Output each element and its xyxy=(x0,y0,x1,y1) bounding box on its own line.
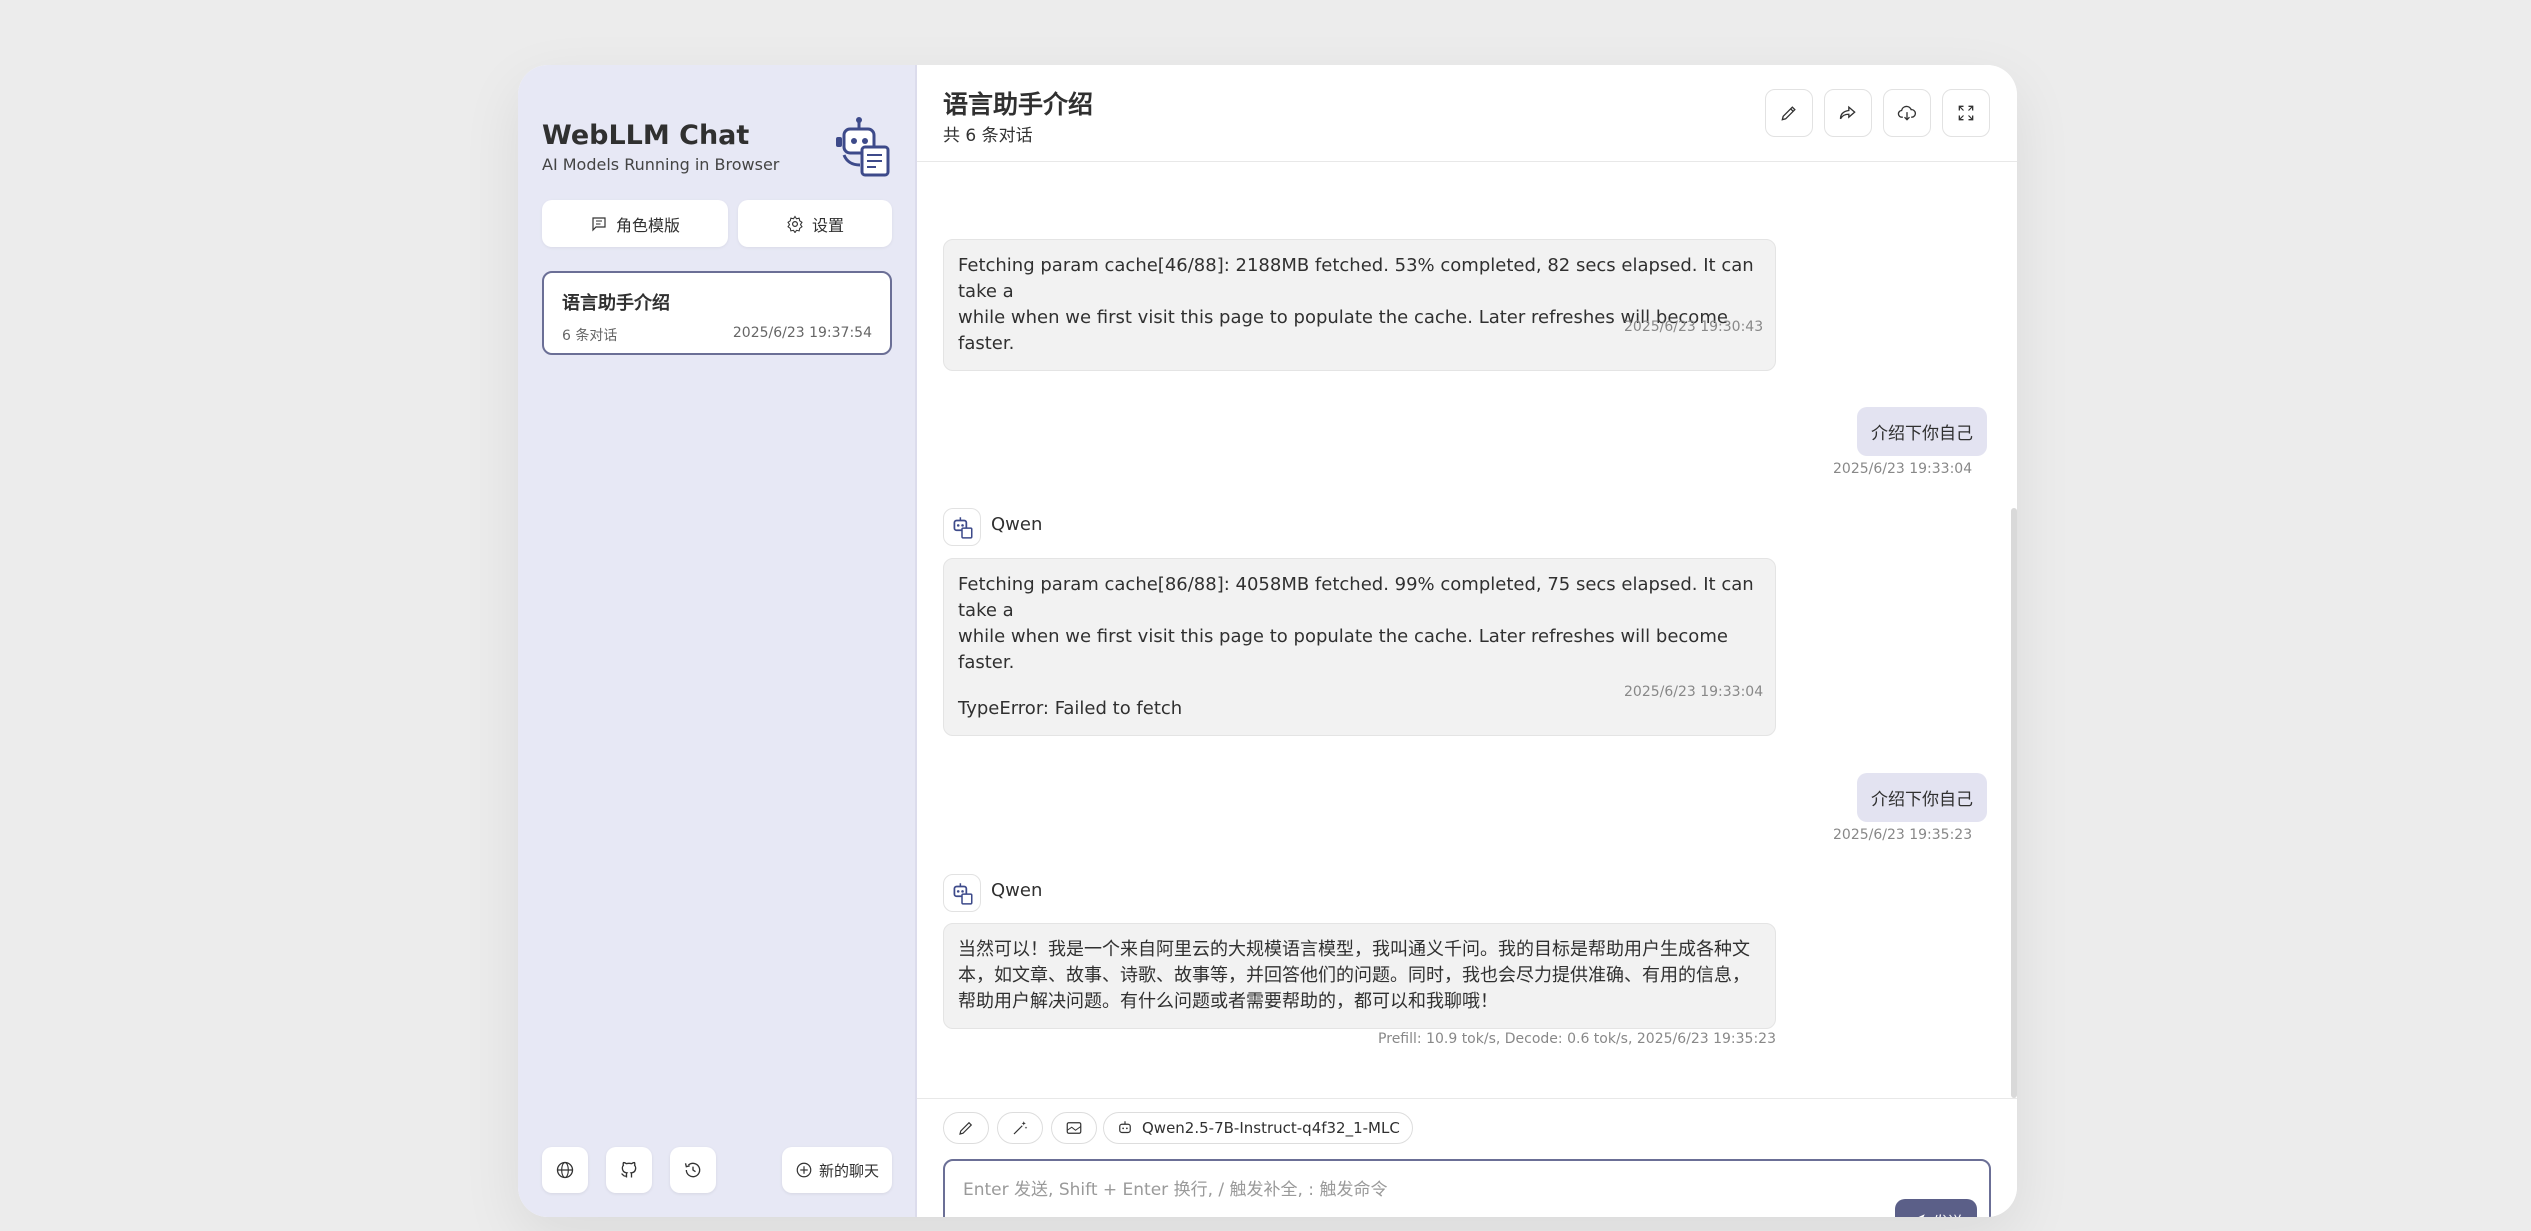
message-text-line: 帮助用户解决问题。有什么问题或者需要帮助的，都可以和我聊哦！ xyxy=(958,991,1498,1012)
bot-avatar xyxy=(943,874,981,912)
chat-item-title: 语言助手介绍 xyxy=(562,293,670,314)
message-text-line: 当然可以！我是一个来自阿里云的大规模语言模型，我叫通义千问。我的目标是帮助用户生… xyxy=(958,939,1750,960)
model-name: Qwen2.5-7B-Instruct-q4f32_1-MLC xyxy=(1142,1119,1400,1137)
message-timestamp: 2025/6/23 19:33:04 xyxy=(1833,461,1973,477)
chat-message-count: 共 6 条对话 xyxy=(943,126,1033,146)
input-placeholder: Enter 发送, Shift + Enter 换行, / 触发补全, : 触发… xyxy=(963,1180,1388,1200)
rename-button[interactable] xyxy=(1765,89,1813,137)
robot-icon xyxy=(953,883,973,905)
message-timestamp: 2025/6/23 19:30:43 xyxy=(1624,319,1764,335)
chat-main: 语言助手介绍 共 6 条对话 Fetching param cache[46/8… xyxy=(917,65,2017,1217)
robot-logo-icon xyxy=(830,115,894,179)
message-timestamp: 2025/6/23 19:35:23 xyxy=(1833,827,1973,843)
message-text-line: Fetching param cache[86/88]: 4058MB fetc… xyxy=(958,574,1754,621)
model-selector[interactable]: Qwen2.5-7B-Instruct-q4f32_1-MLC xyxy=(1103,1112,1413,1144)
robot-icon xyxy=(953,517,973,539)
app-subtitle: AI Models Running in Browser xyxy=(542,155,780,174)
magic-wand-icon xyxy=(1013,1121,1028,1135)
message-text-line: Fetching param cache[46/88]: 2188MB fetc… xyxy=(958,255,1754,302)
pencil-icon xyxy=(1781,106,1796,121)
chat-item-count: 6 条对话 xyxy=(562,328,618,344)
mask-button-label: 角色模版 xyxy=(615,215,680,235)
chat-title: 语言助手介绍 xyxy=(943,90,1094,119)
message-text-line: while when we first visit this page to p… xyxy=(958,626,1728,673)
sidebar: WebLLM Chat AI Models Running in Browser xyxy=(518,65,917,1217)
gear-icon xyxy=(787,215,803,233)
robot-icon xyxy=(1119,1121,1131,1134)
new-chat-button[interactable]: 新的聊天 xyxy=(782,1147,892,1193)
message-input[interactable]: Enter 发送, Shift + Enter 换行, / 触发补全, : 触发… xyxy=(943,1159,1991,1217)
language-button[interactable] xyxy=(542,1147,588,1193)
app-window: WebLLM Chat AI Models Running in Browser xyxy=(518,65,2017,1217)
input-panel: Qwen2.5-7B-Instruct-q4f32_1-MLC Enter 发送… xyxy=(917,1098,2017,1217)
cloud-download-icon xyxy=(1897,105,1916,121)
user-message-text: 介绍下你自己 xyxy=(1871,424,1973,444)
image-tool-button[interactable] xyxy=(1051,1112,1097,1144)
user-message-bubble: 介绍下你自己 xyxy=(1857,773,1987,822)
mask-button[interactable]: 角色模版 xyxy=(542,200,728,247)
bot-message-bubble: Fetching param cache[46/88]: 2188MB fetc… xyxy=(943,239,1776,371)
expand-icon xyxy=(1958,105,1974,121)
pencil-icon xyxy=(959,1121,973,1135)
bot-message-bubble: 当然可以！我是一个来自阿里云的大规模语言模型，我叫通义千问。我的目标是帮助用户生… xyxy=(943,923,1776,1029)
image-icon xyxy=(1066,1122,1082,1134)
send-icon xyxy=(1918,1214,1925,1217)
app-title: WebLLM Chat xyxy=(542,120,750,151)
chat-template-icon xyxy=(592,216,606,231)
bot-message-bubble: Fetching param cache[86/88]: 4058MB fetc… xyxy=(943,558,1776,736)
settings-button-label: 设置 xyxy=(811,215,844,235)
chat-header: 语言助手介绍 共 6 条对话 xyxy=(917,65,2017,162)
settings-button[interactable]: 设置 xyxy=(738,200,892,247)
send-label: 发送 xyxy=(1933,1211,1963,1218)
send-button[interactable]: 发送 xyxy=(1895,1199,1977,1217)
globe-icon xyxy=(556,1161,574,1179)
bot-name: Qwen xyxy=(991,880,1043,901)
plus-circle-icon xyxy=(796,1162,812,1178)
chat-list-item[interactable]: 语言助手介绍 6 条对话 2025/6/23 19:37:54 xyxy=(542,271,892,355)
message-text-line: 本，如文章、故事、诗歌、故事等，并回答他们的问题。同时，我也会尽力提供准确、有用… xyxy=(958,965,1750,986)
share-icon xyxy=(1839,105,1856,120)
share-button[interactable] xyxy=(1824,89,1872,137)
history-button[interactable] xyxy=(670,1147,716,1193)
message-timestamp: 2025/6/23 19:33:04 xyxy=(1624,684,1764,700)
new-chat-label: 新的聊天 xyxy=(818,1161,879,1180)
bot-name: Qwen xyxy=(991,514,1043,535)
scrollbar[interactable] xyxy=(2011,508,2017,1098)
chat-item-date: 2025/6/23 19:37:54 xyxy=(732,325,872,341)
github-button[interactable] xyxy=(606,1147,652,1193)
fullscreen-button[interactable] xyxy=(1942,89,1990,137)
github-icon xyxy=(621,1161,637,1178)
edit-tool-button[interactable] xyxy=(943,1112,989,1144)
download-button[interactable] xyxy=(1883,89,1931,137)
message-list: Fetching param cache[46/88]: 2188MB fetc… xyxy=(917,163,2017,1098)
bot-avatar xyxy=(943,508,981,546)
user-message-bubble: 介绍下你自己 xyxy=(1857,407,1987,456)
message-stats: Prefill: 10.9 tok/s, Decode: 0.6 tok/s, … xyxy=(1378,1031,1776,1047)
prompt-tool-button[interactable] xyxy=(997,1112,1043,1144)
history-icon xyxy=(684,1162,701,1178)
user-message-text: 介绍下你自己 xyxy=(1871,790,1973,810)
